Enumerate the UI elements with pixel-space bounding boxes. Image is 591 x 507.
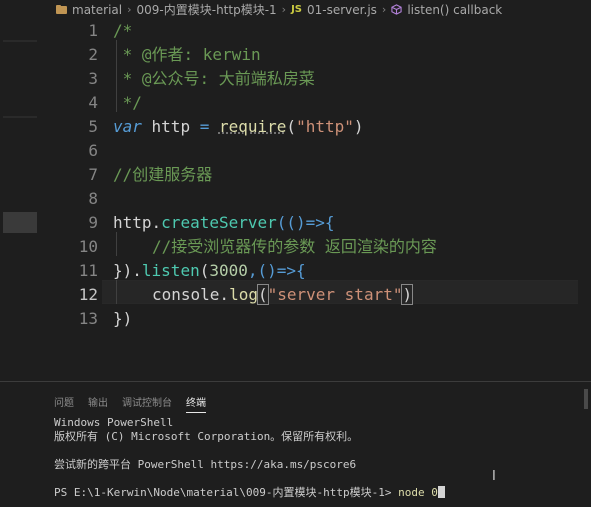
- token-string: "server start": [267, 285, 403, 304]
- code-line-7[interactable]: //创建服务器: [113, 163, 212, 187]
- terminal-command[interactable]: node 0: [398, 486, 438, 499]
- code-line-5[interactable]: var http = require("http"): [113, 115, 364, 139]
- panel-scrollbar[interactable]: [584, 389, 588, 409]
- bracket-match: (: [257, 284, 269, 305]
- js-file-icon: JS: [291, 4, 303, 15]
- panel-tab-bar: 问题 输出 调试控制台 终端: [54, 394, 220, 413]
- editor-scrollbar[interactable]: [578, 19, 591, 381]
- line-number-current: 12: [78, 285, 98, 304]
- line-number: 8: [88, 189, 98, 208]
- line-number: 7: [88, 165, 98, 184]
- code-line-13[interactable]: }): [113, 307, 132, 331]
- token-string: "http": [296, 117, 354, 136]
- tab-problems[interactable]: 问题: [54, 394, 74, 413]
- indent-guide: [116, 280, 117, 304]
- line-number: 3: [88, 69, 98, 88]
- line-number: 1: [88, 21, 98, 40]
- code-line-10[interactable]: //接受浏览器传的参数 返回渲染的内容: [152, 235, 437, 259]
- token-function: listen: [141, 261, 200, 280]
- token-function: createServer: [161, 213, 277, 232]
- code-line-12[interactable]: console.log("server start"): [152, 283, 414, 307]
- tab-output[interactable]: 输出: [88, 394, 108, 413]
- token-function: require: [218, 117, 287, 136]
- line-number: 11: [78, 261, 98, 280]
- token-punct: }).: [113, 261, 142, 280]
- code-line-4[interactable]: */: [113, 91, 142, 115]
- token-identifier: console.: [152, 285, 230, 304]
- tab-terminal[interactable]: 终端: [186, 394, 206, 413]
- code-line-1[interactable]: /*: [113, 19, 132, 43]
- token-keyword: var: [113, 117, 142, 136]
- line-number: 5: [88, 117, 98, 136]
- code-line-9[interactable]: http.createServer(()=>{: [113, 211, 335, 235]
- bracket-match: ): [401, 284, 414, 305]
- code-line-3[interactable]: * @公众号: 大前端私房菜: [113, 67, 315, 91]
- token-identifier: http.: [113, 213, 162, 232]
- token-arrow: (()=>{: [276, 213, 335, 232]
- token-number: 3000: [209, 261, 248, 280]
- breadcrumb-item-module[interactable]: 009-内置模块-http模块-1: [137, 1, 277, 18]
- terminal-line: Windows PowerShell: [54, 416, 174, 429]
- code-line-2[interactable]: * @作者: kerwin: [113, 43, 261, 67]
- line-number: 9: [88, 213, 98, 232]
- line-number: 13: [78, 309, 98, 328]
- terminal-prompt: PS E:\1-Kerwin\Node\material\009-内置模块-ht…: [54, 486, 399, 499]
- tab-debug-console[interactable]: 调试控制台: [122, 394, 172, 413]
- code-line-11[interactable]: }).listen(3000,()=>{: [113, 259, 306, 283]
- line-number: 2: [88, 45, 98, 64]
- terminal-line: 版权所有 (C) Microsoft Corporation。保留所有权利。: [54, 430, 359, 443]
- ibeam-cursor-icon: I: [492, 469, 496, 484]
- chevron-right-icon: ›: [127, 3, 132, 16]
- terminal-line: 尝试新的跨平台 PowerShell https://aka.ms/pscore…: [54, 458, 357, 471]
- token-operator: =: [199, 117, 210, 136]
- breadcrumb-item-file[interactable]: 01-server.js: [307, 3, 377, 17]
- terminal-cursor: [437, 486, 445, 498]
- terminal-prompt-line[interactable]: PS E:\1-Kerwin\Node\material\009-内置模块-ht…: [54, 486, 445, 500]
- breadcrumb: material › 009-内置模块-http模块-1 › JS 01-ser…: [0, 0, 591, 19]
- line-number: 6: [88, 141, 98, 160]
- chevron-right-icon: ›: [381, 3, 387, 16]
- breadcrumb-item-material[interactable]: material: [72, 3, 122, 17]
- chevron-right-icon: ›: [281, 3, 287, 16]
- indent-guide: [116, 232, 117, 256]
- token-arrow: ,()=>{: [247, 261, 306, 280]
- token-function: log: [229, 285, 258, 304]
- breadcrumb-item-symbol[interactable]: listen() callback: [407, 3, 502, 17]
- token-identifier: http: [141, 117, 200, 136]
- line-number: 4: [88, 93, 98, 112]
- line-number: 10: [78, 237, 98, 256]
- folder-icon: [56, 5, 68, 14]
- method-cube-icon: [391, 4, 402, 15]
